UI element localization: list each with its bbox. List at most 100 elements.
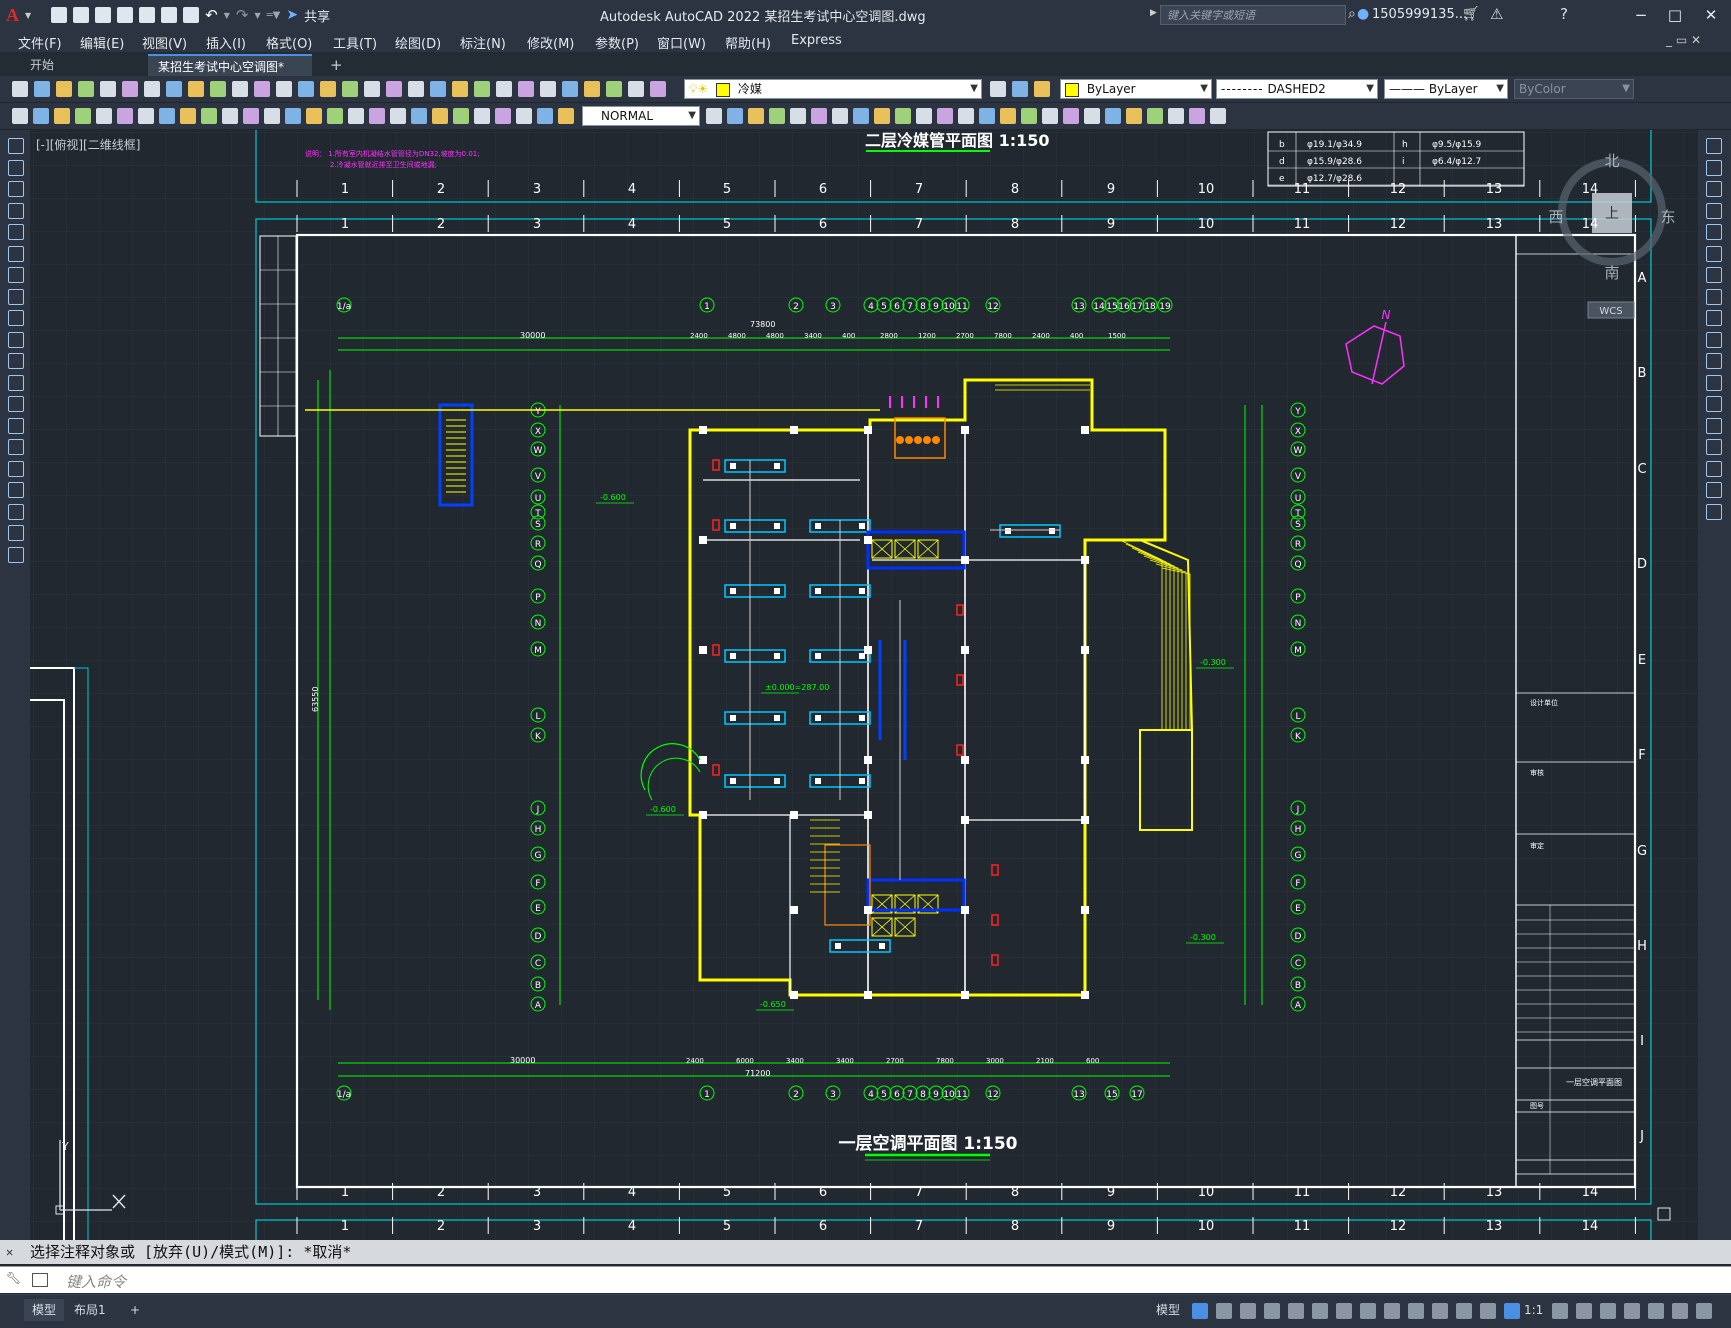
search-icon[interactable]: ⌕ [1348, 6, 1356, 22]
block-icon[interactable] [811, 108, 827, 124]
above-icon[interactable] [1063, 108, 1079, 124]
menu-window[interactable]: 窗口(W) [657, 33, 706, 52]
dim-angular-icon[interactable] [159, 108, 175, 124]
tab-start[interactable]: 开始 [20, 54, 148, 76]
save-web-icon[interactable] [161, 7, 178, 23]
undo-icon[interactable]: ↶ [205, 6, 218, 24]
osnap-icon[interactable] [1360, 1303, 1376, 1319]
inspect-icon[interactable] [327, 108, 343, 124]
new-icon[interactable] [12, 81, 28, 97]
search-input[interactable]: 键入关键字或短语 [1160, 5, 1346, 25]
menu-modify[interactable]: 修改(M) [527, 33, 574, 52]
layer-properties-icon[interactable] [496, 81, 512, 97]
dim-diameter-icon[interactable] [558, 108, 574, 124]
new-tab-button[interactable]: + [320, 54, 353, 76]
ungroup-icon[interactable] [979, 108, 995, 124]
dim-aligned-icon[interactable] [453, 108, 469, 124]
dim-radius-icon[interactable] [516, 108, 532, 124]
text-edit-icon[interactable] [390, 108, 406, 124]
lineweight-dropdown[interactable]: ——— ByLayer ▼ [1384, 79, 1508, 99]
annotation-monitor-icon[interactable] [1576, 1303, 1592, 1319]
customize-qa-icon[interactable]: ═▼ [267, 10, 281, 21]
quick-properties-icon[interactable] [1624, 1303, 1640, 1319]
cut-icon[interactable] [144, 81, 160, 97]
insert-icon[interactable] [832, 108, 848, 124]
rotate-icon[interactable] [1706, 267, 1722, 283]
share-button[interactable]: 共享 [304, 6, 330, 25]
model-space-button[interactable]: 模型 [1148, 1299, 1188, 1321]
undo-icon[interactable] [232, 81, 248, 97]
frame-icon[interactable] [937, 108, 953, 124]
wrench-icon[interactable]: 🔧︎ [6, 1271, 21, 1285]
user-account[interactable]: 1505999135... [1372, 7, 1467, 22]
dim-linear-icon[interactable] [432, 108, 448, 124]
ortho-icon[interactable] [1264, 1303, 1280, 1319]
pan-icon[interactable] [276, 81, 292, 97]
move-icon[interactable] [1706, 245, 1722, 262]
publish-icon[interactable] [122, 81, 138, 97]
clip-icon[interactable] [916, 108, 932, 124]
ellipse-icon[interactable] [8, 331, 24, 348]
infer-icon[interactable] [1240, 1303, 1256, 1319]
dim-ordinate-icon[interactable] [495, 108, 511, 124]
doc-minimize-icon[interactable]: _ ▭ ✕ [1666, 33, 1701, 47]
dim-linear-icon[interactable] [12, 108, 28, 124]
save-icon[interactable] [56, 81, 72, 97]
menu-format[interactable]: 格式(O) [266, 33, 312, 52]
circle-icon[interactable] [8, 267, 24, 283]
insert-block-icon[interactable] [8, 374, 24, 391]
markup-icon[interactable] [430, 81, 446, 97]
add-selected-icon[interactable] [8, 546, 24, 563]
selection-cycle-icon[interactable] [1432, 1303, 1448, 1319]
minimize-button[interactable]: − [1628, 4, 1654, 26]
polygon-icon[interactable] [8, 202, 24, 219]
dim-baseline-icon[interactable] [201, 108, 217, 124]
dim-continue-icon[interactable] [222, 108, 238, 124]
layer-prev-icon[interactable] [1012, 81, 1028, 97]
customize-icon[interactable] [1696, 1303, 1712, 1319]
menu-express[interactable]: Express [791, 33, 842, 48]
construction-line-icon[interactable] [8, 159, 24, 176]
new-file-icon[interactable] [51, 7, 68, 23]
add-layout-button[interactable]: + [122, 1299, 148, 1321]
remove-leader-icon[interactable] [748, 108, 764, 124]
update-icon[interactable] [411, 108, 427, 124]
break-at-point-icon[interactable] [1706, 374, 1722, 391]
plot-icon[interactable] [606, 81, 622, 97]
menu-tools[interactable]: 工具(T) [333, 33, 377, 52]
osnap-track-icon[interactable] [1336, 1303, 1352, 1319]
draw-order-icon[interactable] [1000, 108, 1016, 124]
dim-edit-icon[interactable] [369, 108, 385, 124]
redo-icon[interactable]: ↷ [236, 6, 249, 24]
publish-icon[interactable] [650, 81, 666, 97]
search-expand-icon[interactable]: ▶ [1150, 8, 1157, 18]
design-center-icon[interactable] [364, 81, 380, 97]
units-icon[interactable] [1600, 1303, 1616, 1319]
workspace-icon[interactable] [1552, 1303, 1568, 1319]
polar-icon[interactable] [1288, 1303, 1304, 1319]
tab-layout1[interactable]: 布局1 [66, 1299, 114, 1321]
break-icon[interactable] [1706, 396, 1722, 412]
region-icon[interactable] [8, 482, 24, 498]
save-as-icon[interactable] [117, 7, 134, 23]
annotation-scale[interactable]: 1:1 [1516, 1299, 1551, 1321]
dim-ordinate-icon[interactable] [75, 108, 91, 124]
command-prompt-icon[interactable] [32, 1273, 48, 1287]
undo-dropdown-icon[interactable]: ▼ [224, 11, 230, 20]
offset-icon[interactable] [1706, 202, 1722, 219]
isolate-icon[interactable] [1648, 1303, 1664, 1319]
below-icon[interactable] [1084, 108, 1100, 124]
zoom-window-icon[interactable] [298, 81, 314, 97]
tool-palettes-icon[interactable] [386, 81, 402, 97]
ellipse-arc-icon[interactable] [8, 353, 24, 369]
scale-icon[interactable] [1706, 288, 1722, 305]
fillet-icon[interactable] [1706, 460, 1722, 477]
polyline-icon[interactable] [8, 181, 24, 197]
auto-scale-icon[interactable] [1480, 1303, 1496, 1319]
quick-dim-icon[interactable] [180, 108, 196, 124]
arc-icon[interactable] [8, 245, 24, 262]
text-front-icon[interactable] [1105, 108, 1121, 124]
snap-icon[interactable] [1216, 1303, 1232, 1319]
xref-icon[interactable] [874, 108, 890, 124]
menu-file[interactable]: 文件(F) [18, 33, 62, 52]
